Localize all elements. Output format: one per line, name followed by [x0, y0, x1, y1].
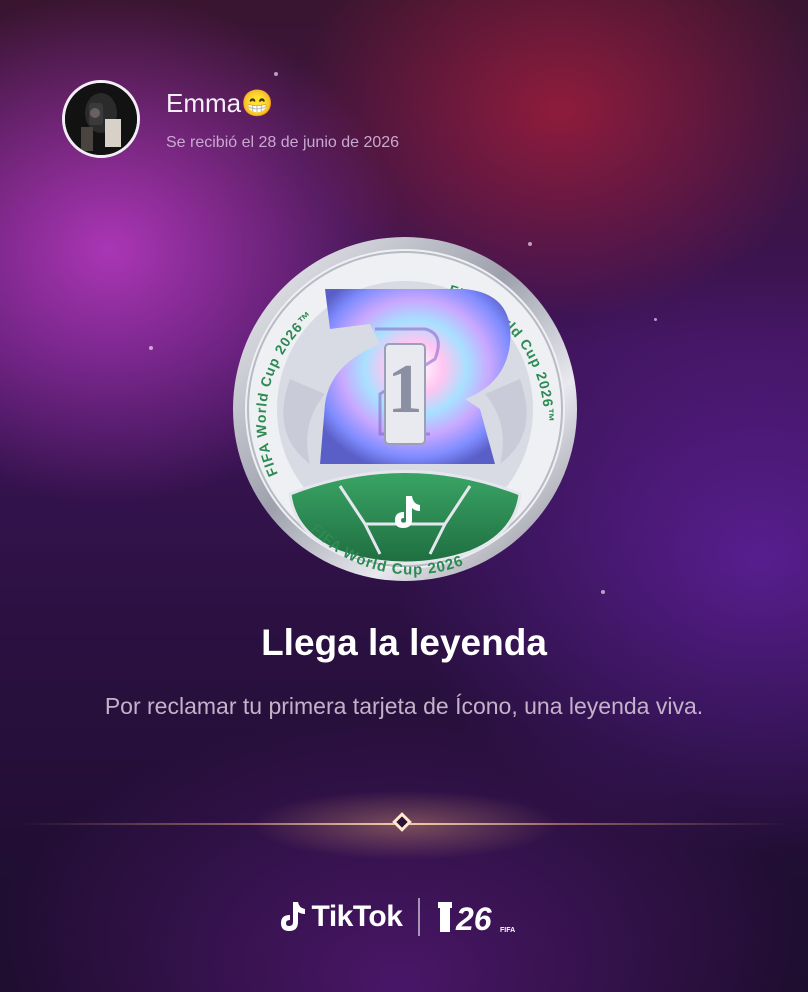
sparkle — [274, 72, 278, 76]
received-date: Se recibió el 28 de junio de 2026 — [166, 134, 400, 151]
tiktok-logo-icon — [280, 902, 305, 931]
trophy-badge-icon: FIFA World Cup 2026™ FIFA World Cup 2026… — [233, 237, 577, 581]
tiktok-logo: TikTok — [280, 900, 403, 934]
sparkle — [149, 346, 153, 350]
card-title: Llega la leyenda — [261, 622, 547, 663]
badge-number: 1 — [388, 351, 423, 428]
footer-logos: TikTok 26 FIFA — [0, 898, 808, 936]
avatar[interactable] — [62, 80, 140, 158]
grin-emoji-icon: 😁 — [241, 88, 274, 118]
sparkle — [601, 590, 605, 594]
card-description: Por reclamar tu primera tarjeta de Ícono… — [104, 693, 704, 719]
logo-separator — [418, 898, 421, 936]
sender-name: Emma😁 — [166, 88, 399, 118]
fifa-small-mark: FIFA — [500, 927, 515, 934]
fifa-26-logo-icon: 26 FIFA — [436, 900, 528, 934]
tiktok-wordmark: TikTok — [311, 900, 403, 933]
sender-header: Emma😁 Se recibió el 28 de junio de 2026 — [62, 80, 399, 158]
sender-name-text: Emma — [166, 88, 242, 118]
sparkle — [654, 318, 657, 321]
fifa-26-mark: 26 — [455, 901, 492, 934]
